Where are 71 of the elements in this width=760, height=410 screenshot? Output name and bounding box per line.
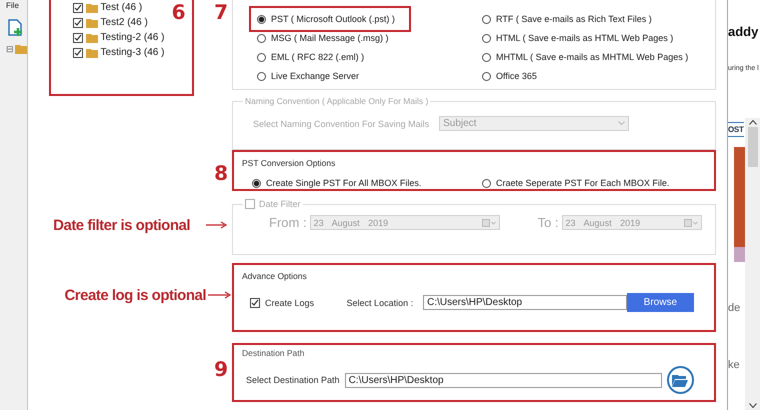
folder-icon (672, 374, 688, 386)
tree-item[interactable]: Testing-3 (46 ) (100, 47, 164, 58)
tree-checkbox[interactable] (72, 18, 83, 28)
step-number: 9 (214, 358, 228, 378)
create-logs-checkbox[interactable] (250, 298, 260, 308)
field-label: Select Destination Path (246, 375, 340, 385)
group-legend: Destination Path (242, 348, 706, 358)
format-option[interactable]: MSG ( Mail Message (.msg) ) (257, 31, 482, 45)
page-text: de (728, 302, 742, 314)
scrollbar[interactable] (745, 118, 760, 410)
field-label: From : (269, 215, 307, 230)
folder-icon (86, 2, 98, 12)
format-option[interactable]: HTML ( Save e-mails as HTML Web Pages ) (482, 31, 712, 45)
group-legend: PST Conversion Options (242, 158, 706, 168)
folder-icon (86, 18, 98, 28)
radio-button[interactable] (257, 72, 266, 80)
format-option[interactable]: MHTML ( Save e-mails as MHTML Web Pages ) (482, 50, 712, 64)
destination-field[interactable]: C:\Users\HP\Desktop (344, 372, 662, 388)
tree-checkbox[interactable] (72, 2, 83, 12)
tree-toggle[interactable]: ⊟ (6, 44, 14, 54)
step-number: 7 (214, 2, 228, 22)
folder-icon (15, 44, 27, 54)
radio-button[interactable] (482, 178, 491, 188)
calendar-caret-icon (684, 218, 698, 226)
tree-item[interactable]: Test2 (46 ) (100, 17, 148, 28)
tree-checkbox[interactable] (72, 48, 83, 58)
checkbox-label: Date Filter (259, 199, 301, 209)
step-number: 8 (214, 162, 228, 182)
annotation-note: Create log is optional (64, 286, 206, 304)
pst-option[interactable]: Craete Seperate PST For Each MBOX File. (482, 176, 702, 190)
page-heading: addy (728, 24, 758, 39)
step-number: 6 (172, 2, 186, 26)
group-legend: Naming Convention ( Applicable Only For Mails ) (243, 96, 430, 106)
radio-button[interactable] (482, 14, 491, 24)
add-file-icon[interactable] (6, 18, 24, 38)
format-option[interactable]: RTF ( Save e-mails as Rich Text Files ) (482, 12, 712, 26)
field-label: To : (538, 215, 559, 230)
format-option[interactable]: EML ( RFC 822 (.eml) ) (257, 50, 482, 64)
format-option[interactable]: PST ( Microsoft Outlook (.pst) ) (249, 6, 411, 32)
checkbox-label: Create Logs (265, 298, 316, 308)
folder-icon (86, 32, 98, 42)
scroll-up-icon[interactable] (748, 120, 756, 125)
radio-button[interactable] (257, 52, 266, 62)
radio-button[interactable] (252, 178, 261, 188)
page-tab[interactable]: OST (728, 122, 744, 137)
tree-item[interactable]: Testing-2 (46 ) (100, 32, 164, 43)
caret-icon (618, 121, 626, 126)
calendar-caret-icon (482, 218, 496, 226)
pst-option[interactable]: Create Single PST For All MBOX Files. (252, 176, 472, 190)
format-option[interactable]: Live Exchange Server (257, 69, 482, 83)
arrow-icon (206, 221, 228, 229)
tree-checkbox[interactable] (72, 32, 83, 42)
page-text: ke (728, 359, 741, 371)
group-legend: Advance Options (242, 271, 706, 281)
field-label: Select Naming Convention For Saving Mails (253, 118, 430, 128)
radio-button[interactable] (482, 52, 491, 62)
radio-button[interactable] (482, 72, 491, 80)
radio-button[interactable] (482, 34, 491, 42)
scroll-thumb[interactable] (748, 127, 758, 167)
annotation-note: Date filter is optional (53, 216, 190, 234)
open-folder-button[interactable] (666, 366, 694, 394)
field-label: Select Location : (346, 298, 414, 308)
browse-button[interactable]: Browse (626, 293, 694, 312)
folder-icon (86, 48, 98, 58)
radio-button[interactable] (257, 34, 266, 42)
radio-button[interactable] (257, 14, 266, 24)
format-option[interactable]: Office 365 (482, 69, 712, 83)
menu-item[interactable]: File (6, 1, 19, 10)
tree-item[interactable]: Test (46 ) (100, 2, 142, 13)
location-field[interactable]: C:\Users\HP\Desktop (423, 295, 627, 310)
scroll-down-icon[interactable] (748, 403, 756, 408)
